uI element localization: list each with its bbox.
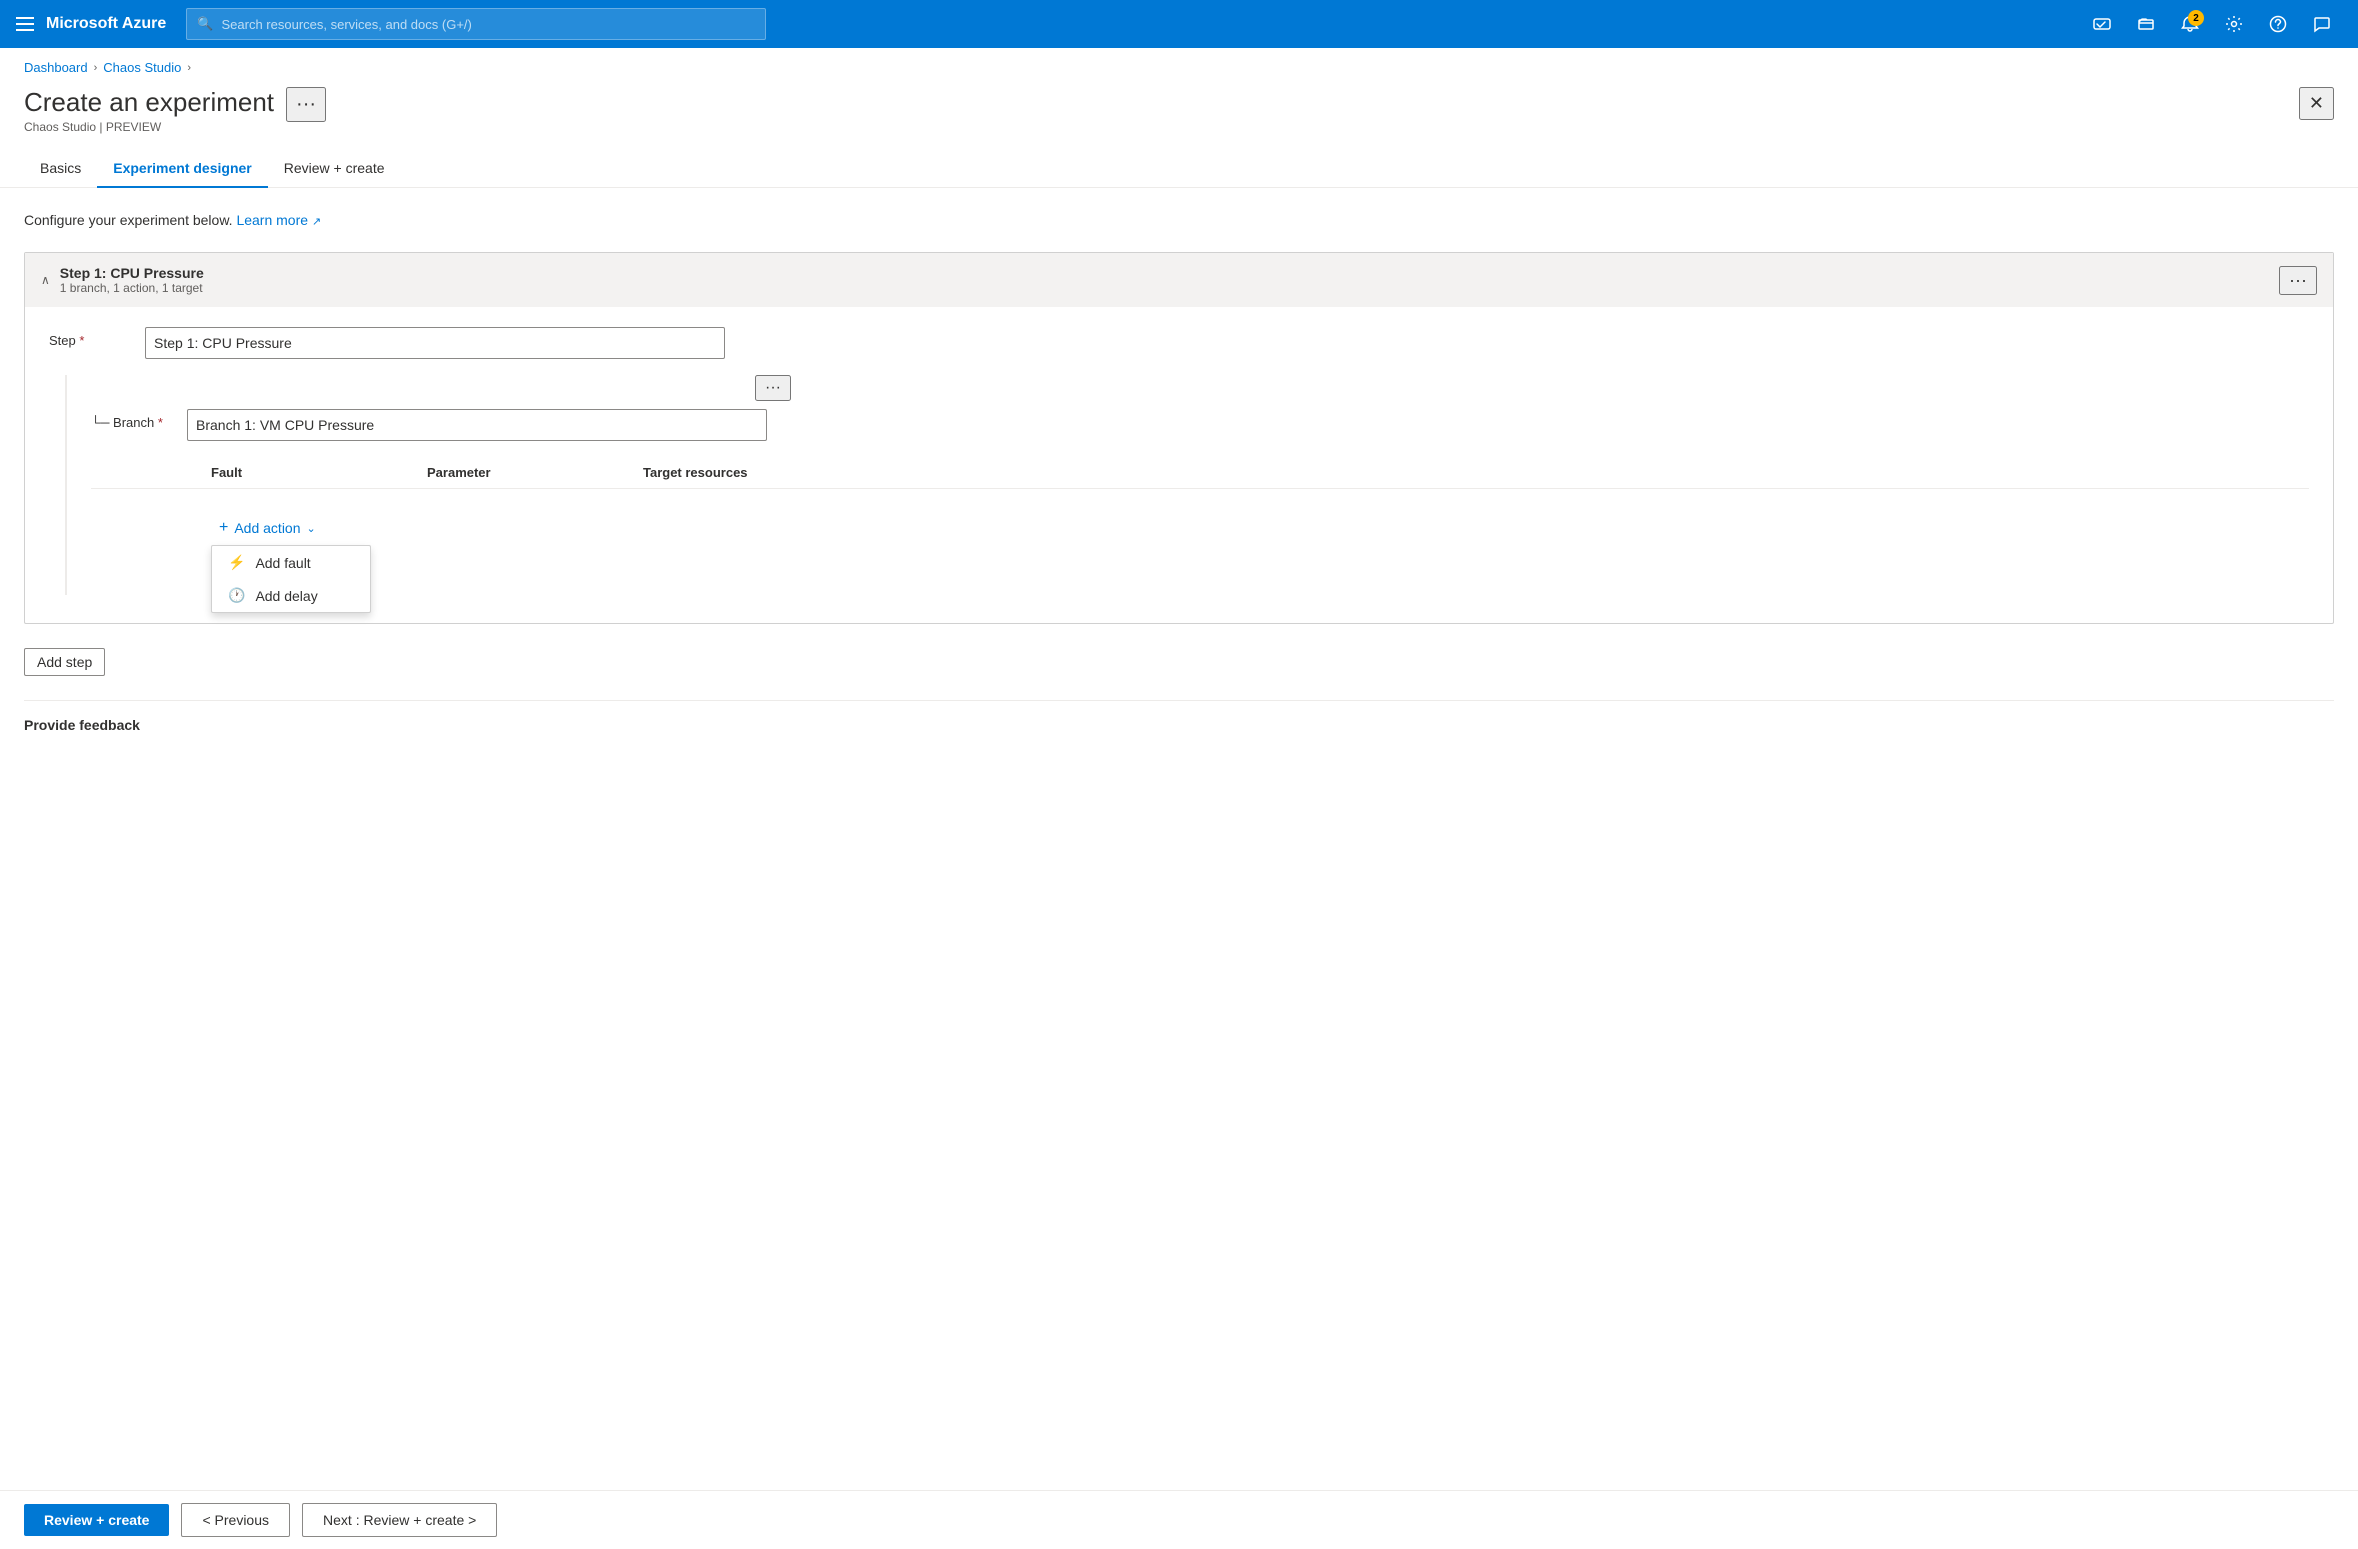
settings-icon[interactable]	[2214, 4, 2254, 44]
step-more-button[interactable]: ···	[2279, 266, 2317, 295]
review-create-button[interactable]: Review + create	[24, 1504, 169, 1536]
provide-feedback-label: Provide feedback	[24, 717, 140, 733]
bottom-bar: Review + create < Previous Next : Review…	[0, 1490, 2358, 1549]
breadcrumb-dashboard[interactable]: Dashboard	[24, 60, 88, 75]
step-chevron-icon: ∧	[41, 273, 50, 287]
step-field-label: Step *	[49, 327, 129, 348]
clock-icon: 🕐	[228, 587, 245, 604]
search-input[interactable]	[222, 17, 756, 32]
fault-col-header: Fault	[211, 465, 411, 480]
page-header: Create an experiment Chaos Studio | PREV…	[0, 83, 2358, 150]
brand-name: Microsoft Azure	[46, 15, 166, 33]
page-subtitle: Chaos Studio | PREVIEW	[24, 120, 274, 134]
nav-icons: 2	[2082, 4, 2342, 44]
page-more-button[interactable]: ···	[286, 87, 326, 122]
breadcrumb-chaos-studio[interactable]: Chaos Studio	[103, 60, 181, 75]
learn-more-link[interactable]: Learn more ↗	[236, 212, 321, 228]
add-action-label: Add action	[234, 520, 300, 536]
external-link-icon: ↗	[312, 216, 321, 228]
main-content: Dashboard › Chaos Studio › Create an exp…	[0, 48, 2358, 1549]
branch-more-row: ···	[211, 375, 791, 401]
target-col-header: Target resources	[643, 465, 843, 480]
branch-field-row: └─ Branch *	[91, 409, 2309, 441]
configure-text: Configure your experiment below. Learn m…	[24, 212, 2334, 228]
step-name-input[interactable]	[145, 327, 725, 359]
search-icon: 🔍	[197, 16, 213, 32]
step-required-indicator: *	[79, 333, 84, 348]
breadcrumb-sep-1: ›	[94, 62, 98, 74]
page-header-text: Create an experiment Chaos Studio | PREV…	[24, 87, 274, 134]
param-col-header: Parameter	[427, 465, 627, 480]
tab-review-create[interactable]: Review + create	[268, 150, 401, 188]
add-step-area: Add step	[24, 640, 2334, 676]
plus-icon: +	[219, 519, 228, 537]
hamburger-menu[interactable]	[16, 17, 34, 31]
step-body: Step * ··· └─ Branch	[25, 307, 2333, 623]
chevron-down-icon: ⌄	[307, 522, 316, 535]
page-title: Create an experiment	[24, 87, 274, 118]
breadcrumb: Dashboard › Chaos Studio ›	[0, 48, 2358, 83]
step-header-left: ∧ Step 1: CPU Pressure 1 branch, 1 actio…	[41, 265, 204, 295]
add-action-dropdown: ⚡ Add fault 🕐 Add delay	[211, 545, 371, 613]
notifications-icon[interactable]: 2	[2170, 4, 2210, 44]
add-fault-item[interactable]: ⚡ Add fault	[212, 546, 370, 579]
branch-more-button[interactable]: ···	[755, 375, 791, 401]
tab-basics[interactable]: Basics	[24, 150, 97, 188]
provide-feedback-section: Provide feedback	[24, 700, 2334, 733]
search-bar[interactable]: 🔍	[186, 8, 766, 40]
previous-button[interactable]: < Previous	[181, 1503, 290, 1537]
next-button[interactable]: Next : Review + create >	[302, 1503, 497, 1537]
step-title: Step 1: CPU Pressure	[60, 265, 204, 281]
lightning-icon: ⚡	[228, 554, 245, 571]
add-action-area: + Add action ⌄ ⚡ Add fault 🕐	[91, 505, 2309, 551]
fault-table-header: Fault Parameter Target resources	[91, 457, 2309, 489]
add-step-label: Add step	[37, 654, 92, 670]
step-header[interactable]: ∧ Step 1: CPU Pressure 1 branch, 1 actio…	[25, 253, 2333, 307]
step-meta: 1 branch, 1 action, 1 target	[60, 281, 204, 295]
add-delay-item[interactable]: 🕐 Add delay	[212, 579, 370, 612]
page-header-left: Create an experiment Chaos Studio | PREV…	[24, 87, 326, 134]
add-step-button[interactable]: Add step	[24, 648, 105, 676]
step-field-row: Step *	[49, 327, 2309, 359]
branch-connector-line: └─	[91, 415, 113, 430]
tabs-container: Basics Experiment designer Review + crea…	[0, 150, 2358, 188]
feedback-icon[interactable]	[2302, 4, 2342, 44]
notification-badge: 2	[2188, 10, 2204, 26]
branch-required-indicator: *	[158, 415, 163, 430]
add-fault-label: Add fault	[255, 555, 310, 571]
add-branch-area: Add branch	[91, 567, 2309, 595]
step-container: ∧ Step 1: CPU Pressure 1 branch, 1 actio…	[24, 252, 2334, 624]
content-area: Configure your experiment below. Learn m…	[0, 188, 2358, 813]
add-action-button[interactable]: + Add action ⌄	[211, 513, 324, 543]
breadcrumb-sep-2: ›	[187, 62, 191, 74]
branch-name-input[interactable]	[187, 409, 767, 441]
add-delay-label: Add delay	[255, 588, 317, 604]
directory-icon[interactable]	[2126, 4, 2166, 44]
branch-field-label: └─ Branch *	[91, 409, 171, 430]
tab-experiment-designer[interactable]: Experiment designer	[97, 150, 268, 188]
close-button[interactable]: ✕	[2299, 87, 2334, 120]
help-icon[interactable]	[2258, 4, 2298, 44]
cloud-shell-icon[interactable]	[2082, 4, 2122, 44]
top-navigation: Microsoft Azure 🔍 2	[0, 0, 2358, 48]
